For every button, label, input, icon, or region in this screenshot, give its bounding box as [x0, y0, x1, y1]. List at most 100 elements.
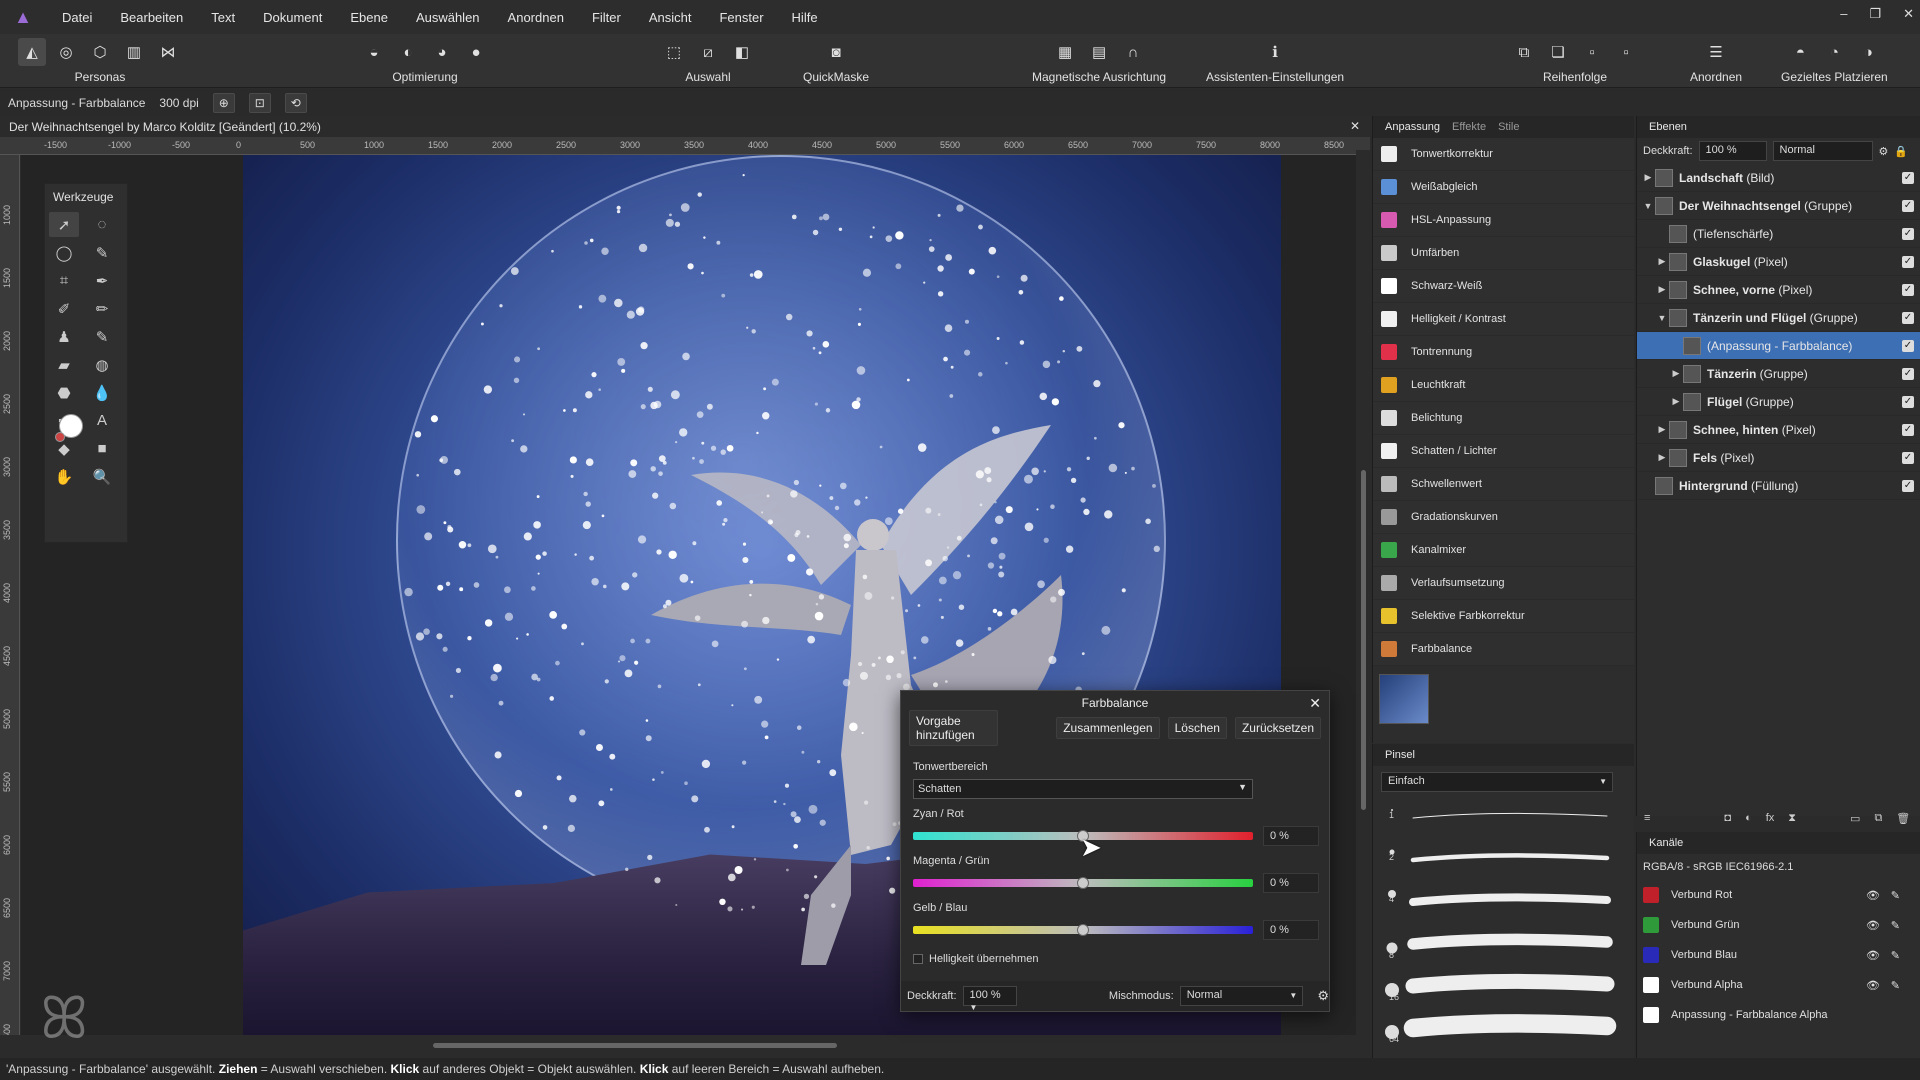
menu-anordnen[interactable]: Anordnen	[494, 10, 578, 25]
menu-fenster[interactable]: Fenster	[705, 10, 777, 25]
merge-button[interactable]: Zusammenlegen	[1056, 717, 1160, 739]
move-back-icon[interactable]: ❏	[1544, 38, 1572, 66]
auto-white-balance-icon[interactable]: ●	[462, 38, 490, 66]
vertical-scroll-thumb[interactable]	[1361, 470, 1366, 810]
text-tool-icon[interactable]: A	[87, 408, 117, 433]
eye-icon[interactable]: 👁	[1866, 949, 1880, 962]
visibility-checkbox[interactable]: ✓	[1902, 283, 1914, 296]
liquify-persona-icon[interactable]: ◎	[52, 38, 80, 66]
auto-levels-icon[interactable]: ◒	[360, 38, 388, 66]
selection-brush-icon[interactable]: ✎	[87, 240, 117, 265]
add-preset-button[interactable]: Vorgabe hinzufügen	[909, 710, 999, 746]
hand-tool-icon[interactable]: ✋	[49, 464, 79, 489]
expand-toggle-icon[interactable]: ▼	[1641, 201, 1655, 211]
align-icon[interactable]: ☰	[1702, 38, 1730, 66]
eraser-icon[interactable]: ▰	[49, 352, 79, 377]
expand-toggle-icon[interactable]: ▶	[1655, 424, 1669, 435]
brush-stroke-preview[interactable]	[1412, 812, 1608, 819]
expand-toggle-icon[interactable]: ▶	[1655, 284, 1669, 295]
layer-row[interactable]: ▼ Der Weihnachtsengel (Gruppe) ✓	[1637, 192, 1920, 220]
photo-persona-icon[interactable]: ◭	[18, 38, 46, 66]
minimize-icon[interactable]: –	[1840, 6, 1847, 22]
clone-tool-icon[interactable]: ♟	[49, 324, 79, 349]
move-tool-icon[interactable]: ➚	[49, 212, 79, 237]
transform-view-icon[interactable]: ⊡	[248, 92, 271, 113]
adjustment-item[interactable]: Schwellenwert	[1373, 468, 1634, 501]
menu-bearbeiten[interactable]: Bearbeiten	[106, 10, 197, 25]
tab-stile[interactable]: Stile	[1498, 121, 1519, 133]
layer-row[interactable]: ▶ Glaskugel (Pixel) ✓	[1637, 248, 1920, 276]
dialog-opacity-field[interactable]: 100 % ▼	[962, 986, 1017, 1012]
lock-icon[interactable]: 🔒	[1894, 145, 1908, 158]
yellow-blue-knob[interactable]	[1077, 924, 1089, 936]
layer-row[interactable]: (Tiefenschärfe) ✓	[1637, 220, 1920, 248]
tab-pinsel[interactable]: Pinsel	[1385, 749, 1415, 761]
pencil-icon[interactable]: ✎	[1891, 979, 1900, 992]
menu-text[interactable]: Text	[197, 10, 249, 25]
layer-stack-icon[interactable]: ≡	[1644, 812, 1650, 832]
magenta-green-value[interactable]: 0 %	[1263, 873, 1319, 893]
tonemap-persona-icon[interactable]: ▥	[120, 38, 148, 66]
magenta-green-knob[interactable]	[1077, 877, 1089, 889]
menu-datei[interactable]: Datei	[48, 10, 106, 25]
move-to-front-icon[interactable]: ▫	[1612, 38, 1640, 66]
adjustment-item[interactable]: Schatten / Lichter	[1373, 435, 1634, 468]
adjustment-item[interactable]: Weißabgleich	[1373, 171, 1634, 204]
preserve-luminosity-checkbox[interactable]	[913, 954, 923, 964]
channel-row[interactable]: Verbund Grün 👁 ✎	[1637, 910, 1920, 940]
layer-row[interactable]: Hintergrund (Füllung) ✓	[1637, 472, 1920, 500]
menu-ebene[interactable]: Ebene	[336, 10, 402, 25]
deselect-icon[interactable]: ⧄	[694, 38, 722, 66]
close-dialog-icon[interactable]: ✕	[1309, 691, 1321, 715]
dialog-blend-select[interactable]: Normal ▼	[1179, 986, 1304, 1006]
snapping-options-icon[interactable]: ▤	[1085, 38, 1113, 66]
layer-row[interactable]: ▶ Schnee, vorne (Pixel) ✓	[1637, 276, 1920, 304]
brush-stroke-preview[interactable]	[1410, 853, 1610, 863]
dodge-tool-icon[interactable]: ◍	[87, 352, 117, 377]
visibility-checkbox[interactable]: ✓	[1902, 171, 1914, 184]
fx-icon[interactable]: fx	[1766, 812, 1775, 832]
shape-tool-icon[interactable]: ■	[87, 436, 117, 461]
channel-row[interactable]: Verbund Rot 👁 ✎	[1637, 880, 1920, 910]
quickmask-icon[interactable]: ◙	[822, 38, 850, 66]
layer-row[interactable]: ▶ Landschaft (Bild) ✓	[1637, 164, 1920, 192]
adjustment-item[interactable]: Umfärben	[1373, 237, 1634, 270]
snapping-grid-icon[interactable]: ▦	[1051, 38, 1079, 66]
paint-brush-icon[interactable]: ✐	[49, 296, 79, 321]
visibility-checkbox[interactable]: ✓	[1902, 395, 1914, 408]
invert-selection-icon[interactable]: ◧	[728, 38, 756, 66]
brush-stroke-preview[interactable]	[1407, 933, 1613, 950]
adjustment-item[interactable]: Schwarz-Weiß	[1373, 270, 1634, 303]
reset-button[interactable]: Zurücksetzen	[1234, 717, 1321, 739]
adjustment-item[interactable]: HSL-Anpassung	[1373, 204, 1634, 237]
adjustment-item[interactable]: Helligkeit / Kontrast	[1373, 303, 1634, 336]
channel-row[interactable]: Verbund Blau 👁 ✎	[1637, 940, 1920, 970]
expand-toggle-icon[interactable]: ▶	[1669, 368, 1683, 379]
brush-stroke-preview[interactable]	[1409, 893, 1611, 906]
select-all-icon[interactable]: ⬚	[660, 38, 688, 66]
tab-ebenen[interactable]: Ebenen	[1649, 121, 1687, 133]
vertical-scrollbar[interactable]	[1356, 150, 1370, 1030]
visibility-checkbox[interactable]: ✓	[1902, 423, 1914, 436]
move-forward-icon[interactable]: ▫	[1578, 38, 1606, 66]
tab-effekte[interactable]: Effekte	[1452, 121, 1486, 133]
pencil-icon[interactable]: ✎	[1891, 919, 1900, 932]
visibility-checkbox[interactable]: ✓	[1902, 339, 1914, 352]
eye-icon[interactable]: 👁	[1866, 889, 1880, 902]
horizontal-scroll-thumb[interactable]	[433, 1043, 837, 1048]
adjustment-item[interactable]: Farbbalance	[1373, 633, 1634, 666]
brush-list[interactable]: 12481664	[1377, 802, 1627, 1052]
layer-row[interactable]: ▼ Tänzerin und Flügel (Gruppe) ✓	[1637, 304, 1920, 332]
blur-tool-icon[interactable]: 💧	[87, 380, 117, 405]
zoom-tool-icon[interactable]: 🔍	[87, 464, 117, 489]
layer-row[interactable]: ▶ Flügel (Gruppe) ✓	[1637, 388, 1920, 416]
adjustment-item[interactable]: Tontrennung	[1373, 336, 1634, 369]
inpainting-icon[interactable]: ✎	[87, 324, 117, 349]
mask-icon[interactable]: ◘	[1724, 812, 1731, 832]
assistant-icon[interactable]: ℹ	[1261, 38, 1289, 66]
pencil-icon[interactable]: ✎	[1891, 889, 1900, 902]
magenta-green-slider[interactable]	[913, 877, 1253, 889]
develop-persona-icon[interactable]: ⬡	[86, 38, 114, 66]
auto-colors-icon[interactable]: ◕	[428, 38, 456, 66]
delete-button[interactable]: Löschen	[1167, 717, 1227, 739]
